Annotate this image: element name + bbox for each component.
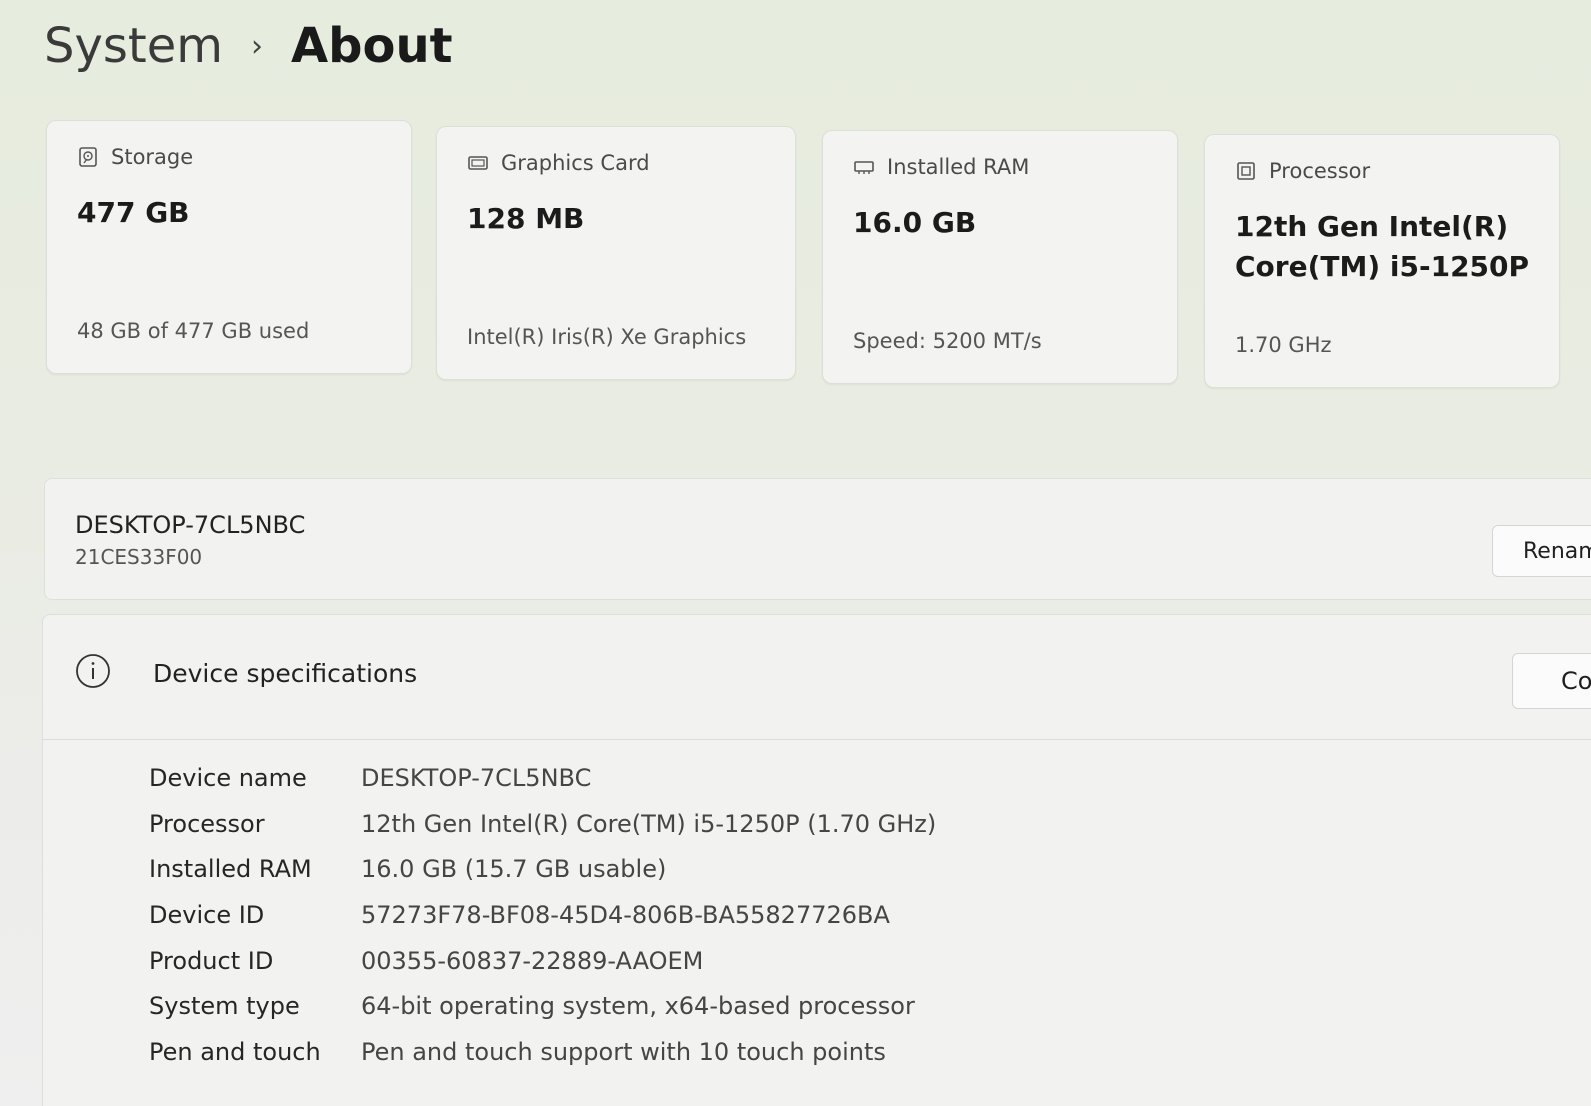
spec-row-product-id: Product ID 00355-60837-22889-AAOEM [149,938,936,984]
processor-icon [1237,162,1255,180]
graphics-card-label: Graphics Card [501,151,650,175]
spec-label: Product ID [149,946,274,975]
storage-card-header: Storage [77,145,193,169]
processor-card-header: Processor [1235,159,1370,183]
spec-label: Device name [149,763,307,792]
ram-card-label: Installed RAM [887,155,1030,179]
device-specifications-header[interactable]: Device specifications Co [43,615,1591,740]
breadcrumb: System › About [44,18,453,74]
spec-label: Device ID [149,900,265,929]
spec-value: 16.0 GB (15.7 GB usable) [361,855,667,884]
spec-value: Pen and touch support with 10 touch poin… [361,1037,886,1066]
processor-card-sub: 1.70 GHz [1235,333,1332,357]
storage-card-value: 477 GB [77,196,190,229]
graphics-card-icon [468,156,488,170]
processor-card-value-line2: Core(TM) i5-1250P [1235,250,1530,283]
processor-card: Processor 12th Gen Intel(R) Core(TM) i5-… [1204,134,1560,388]
spec-cards: Storage 477 GB 48 GB of 477 GB used Grap… [46,120,1591,388]
spec-table: Device name DESKTOP-7CL5NBC Processor 12… [149,755,936,1075]
storage-icon [79,147,97,167]
spec-value: 00355-60837-22889-AAOEM [361,946,704,975]
ram-card-sub: Speed: 5200 MT/s [853,329,1042,353]
processor-card-value-line1: 12th Gen Intel(R) [1235,210,1509,243]
spec-value: 64-bit operating system, x64-based proce… [361,992,915,1021]
processor-card-value: 12th Gen Intel(R) Core(TM) i5-1250P [1235,207,1529,287]
graphics-card-header: Graphics Card [467,151,650,175]
rename-pc-button[interactable]: Renam [1492,525,1591,577]
graphics-card: Graphics Card 128 MB Intel(R) Iris(R) Xe… [436,126,796,380]
spec-row-pen-and-touch: Pen and touch Pen and touch support with… [149,1029,936,1075]
graphics-card-value: 128 MB [467,202,585,235]
device-specifications-panel: Device specifications Co Device name DES… [42,614,1591,1106]
spec-label: Processor [149,809,265,838]
spec-label: System type [149,992,300,1021]
spec-label: Installed RAM [149,855,312,884]
ram-icon [854,161,874,174]
spec-value: DESKTOP-7CL5NBC [361,763,592,792]
page-title: About [291,18,453,74]
info-icon [76,654,110,688]
spec-value: 57273F78-BF08-45D4-806B-BA55827726BA [361,900,890,929]
device-name: DESKTOP-7CL5NBC [75,511,306,539]
storage-card-label: Storage [111,145,194,169]
ram-card: Installed RAM 16.0 GB Speed: 5200 MT/s [822,130,1178,384]
storage-card-sub: 48 GB of 477 GB used [77,319,310,343]
spec-value: 12th Gen Intel(R) Core(TM) i5-1250P (1.7… [361,809,937,838]
spec-row-device-name: Device name DESKTOP-7CL5NBC [149,755,936,801]
spec-row-installed-ram: Installed RAM 16.0 GB (15.7 GB usable) [149,846,936,892]
ram-card-header: Installed RAM [853,155,1029,179]
copy-button[interactable]: Co [1512,653,1591,709]
ram-card-value: 16.0 GB [853,206,977,239]
device-specifications-title: Device specifications [153,659,418,688]
device-model: 21CES33F00 [75,545,203,569]
spec-label: Pen and touch [149,1037,321,1066]
graphics-card-sub: Intel(R) Iris(R) Xe Graphics [467,325,747,349]
spec-row-processor: Processor 12th Gen Intel(R) Core(TM) i5-… [149,801,936,847]
chevron-right-icon: › [251,28,263,64]
processor-card-label: Processor [1269,159,1371,183]
spec-row-device-id: Device ID 57273F78-BF08-45D4-806B-BA5582… [149,892,936,938]
breadcrumb-system-link[interactable]: System [44,18,223,74]
device-name-row: DESKTOP-7CL5NBC 21CES33F00 Renam [44,478,1591,600]
storage-card: Storage 477 GB 48 GB of 477 GB used [46,120,412,374]
spec-row-system-type: System type 64-bit operating system, x64… [149,983,936,1029]
